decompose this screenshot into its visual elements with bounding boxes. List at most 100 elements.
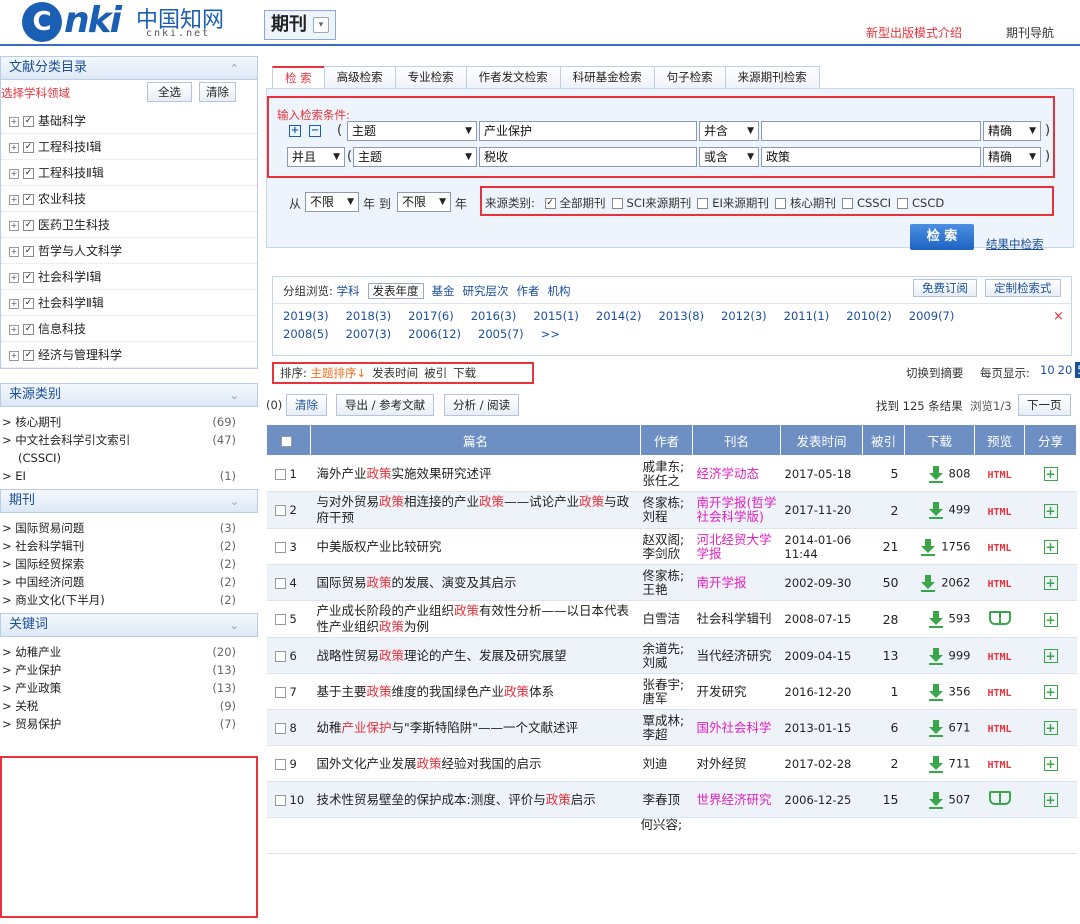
cite-cell[interactable]: 5 bbox=[862, 455, 905, 492]
category-item[interactable]: + ✓ 基础科学 bbox=[1, 108, 257, 134]
checkbox[interactable]: ✓ bbox=[23, 350, 34, 361]
year-filter[interactable]: 2019(3) bbox=[283, 309, 329, 323]
article-title-link[interactable]: 技术性贸易壁垒的保护成本:测度、评价与政策启示 bbox=[317, 792, 596, 807]
free-subscribe-button[interactable]: 免费订阅 bbox=[913, 279, 977, 297]
custom-query-button[interactable]: 定制检索式 bbox=[985, 279, 1061, 297]
journal-link[interactable]: 经济学动态 bbox=[697, 466, 760, 481]
year-filter[interactable]: 2016(3) bbox=[471, 309, 517, 323]
expand-icon[interactable]: + bbox=[9, 298, 19, 309]
expand-icon[interactable]: + bbox=[9, 350, 19, 361]
row-checkbox[interactable] bbox=[274, 650, 286, 662]
checkbox[interactable]: ✓ bbox=[23, 298, 34, 309]
row-checkbox[interactable] bbox=[274, 541, 286, 553]
journal-nav-link[interactable]: 期刊导航 bbox=[1006, 24, 1054, 41]
book-preview-icon[interactable] bbox=[988, 610, 1011, 625]
author-link[interactable]: 余道先; bbox=[643, 641, 691, 656]
year-filter[interactable]: 2015(1) bbox=[533, 309, 579, 323]
year-filter[interactable]: 2005(7) bbox=[478, 327, 524, 341]
row-checkbox[interactable] bbox=[274, 505, 286, 516]
checkbox[interactable]: ✓ bbox=[23, 142, 34, 153]
author-link[interactable]: 佟家栋; bbox=[643, 496, 691, 510]
author-link[interactable]: 刘程 bbox=[643, 510, 691, 524]
row-checkbox[interactable] bbox=[274, 468, 286, 480]
tab-0[interactable]: 检 索 bbox=[272, 66, 325, 88]
cite-cell[interactable]: 2 bbox=[862, 745, 905, 782]
year-filter[interactable]: 2017(6) bbox=[408, 309, 454, 323]
year-filter[interactable]: 2008(5) bbox=[283, 327, 329, 341]
keyword-item[interactable]: > 产业保护 (13) bbox=[0, 661, 258, 679]
download-icon[interactable] bbox=[928, 502, 943, 519]
tab-4[interactable]: 科研基金检索 bbox=[559, 66, 655, 88]
year-filter[interactable]: 2006(12) bbox=[408, 327, 461, 341]
journal-link[interactable]: 河北经贸大学学报 bbox=[697, 532, 772, 561]
source-item[interactable]: > 核心期刊 (69) bbox=[0, 413, 258, 431]
year-filter[interactable]: 2011(1) bbox=[784, 309, 830, 323]
expand-icon[interactable]: + bbox=[9, 324, 19, 335]
keyword-header[interactable]: 关键词 ⌄ bbox=[0, 613, 258, 637]
row-checkbox[interactable] bbox=[274, 686, 286, 698]
keyword-item[interactable]: > 关税 (9) bbox=[0, 697, 258, 715]
cite-cell[interactable]: 13 bbox=[862, 637, 905, 674]
group-tab[interactable]: 机构 bbox=[548, 284, 571, 298]
author-link[interactable]: 张任之 bbox=[643, 473, 691, 488]
author-link[interactable]: 唐军 bbox=[643, 691, 691, 706]
share-plus-icon[interactable]: + bbox=[1043, 503, 1058, 518]
journal-item[interactable]: > 中国经济问题 (2) bbox=[0, 573, 258, 591]
collapse-icon[interactable]: ⌄ bbox=[230, 491, 239, 513]
keyword-item[interactable]: > 幼稚产业 (20) bbox=[0, 643, 258, 661]
cite-cell[interactable]: 28 bbox=[862, 600, 905, 638]
author-link[interactable]: 李超 bbox=[643, 727, 691, 742]
group-tab[interactable]: 研究层次 bbox=[463, 284, 509, 298]
author-link[interactable]: 何兴容; bbox=[641, 818, 693, 832]
article-title-link[interactable]: 战略性贸易政策理论的产生、发展及研究展望 bbox=[317, 648, 567, 663]
collapse-icon[interactable]: ⌄ bbox=[230, 385, 239, 407]
author-link[interactable]: 李剑欣 bbox=[643, 546, 691, 561]
category-item[interactable]: + ✓ 经济与管理科学 bbox=[1, 342, 257, 368]
journal-link[interactable]: 南开学报(哲学社会科学版) bbox=[697, 495, 777, 524]
html-preview-icon[interactable]: HTML bbox=[987, 579, 1011, 590]
download-icon[interactable] bbox=[928, 647, 943, 665]
row-checkbox[interactable] bbox=[274, 758, 286, 770]
cite-cell[interactable]: 2 bbox=[862, 491, 905, 529]
download-icon[interactable] bbox=[928, 683, 943, 701]
expand-icon[interactable]: + bbox=[9, 142, 19, 153]
author-link[interactable]: 佟家栋; bbox=[643, 568, 691, 583]
share-plus-icon[interactable]: + bbox=[1043, 649, 1058, 663]
article-title-link[interactable]: 海外产业政策实施效果研究述评 bbox=[317, 466, 492, 481]
source-header[interactable]: 来源类别 ⌄ bbox=[0, 383, 258, 407]
cite-cell[interactable]: 21 bbox=[862, 528, 905, 565]
year-filter[interactable]: 2010(2) bbox=[846, 309, 892, 323]
checkbox[interactable]: ✓ bbox=[23, 194, 34, 205]
group-tab[interactable]: 发表年度 bbox=[367, 283, 424, 299]
expand-icon[interactable]: + bbox=[9, 168, 19, 179]
expand-icon[interactable]: + bbox=[9, 272, 19, 283]
clear-selection-button[interactable]: 清除 bbox=[286, 394, 327, 416]
year-filter[interactable]: 2012(3) bbox=[721, 309, 767, 323]
tab-2[interactable]: 专业检索 bbox=[394, 66, 467, 88]
article-title-link[interactable]: 幼稚产业保护与"李斯特陷阱"——一个文献述评 bbox=[317, 720, 579, 735]
author-link[interactable]: 李春顶 bbox=[643, 792, 691, 807]
journal-header[interactable]: 期刊 ⌄ bbox=[0, 489, 258, 513]
group-tab[interactable]: 基金 bbox=[432, 284, 455, 298]
category-item[interactable]: + ✓ 哲学与人文科学 bbox=[1, 238, 257, 264]
journal-link[interactable]: 开发研究 bbox=[697, 684, 747, 699]
catalog-header[interactable]: 文献分类目录 ⌃ bbox=[0, 56, 258, 80]
year-filter[interactable]: 2009(7) bbox=[909, 309, 955, 323]
next-page-button[interactable]: 下一页 bbox=[1018, 394, 1071, 416]
select-all-button[interactable]: 全选 bbox=[147, 82, 192, 102]
expand-icon[interactable]: + bbox=[9, 116, 19, 127]
author-link[interactable]: 白雪洁 bbox=[643, 612, 691, 626]
keyword-item[interactable]: > 产业政策 (13) bbox=[0, 679, 258, 697]
share-plus-icon[interactable]: + bbox=[1043, 685, 1058, 699]
analyze-button[interactable]: 分析 / 阅读 bbox=[444, 394, 520, 416]
html-preview-icon[interactable]: HTML bbox=[987, 652, 1011, 663]
article-title-link[interactable]: 基于主要政策维度的我国绿色产业政策体系 bbox=[317, 684, 555, 699]
share-plus-icon[interactable]: + bbox=[1043, 467, 1058, 481]
author-link[interactable]: 覃成林; bbox=[643, 713, 691, 728]
download-icon[interactable] bbox=[928, 719, 943, 737]
close-icon[interactable]: × bbox=[1053, 309, 1064, 324]
download-icon[interactable] bbox=[928, 755, 943, 773]
switch-abstract-link[interactable]: 切换到摘要 bbox=[906, 365, 964, 381]
cite-cell[interactable]: 1 bbox=[862, 673, 905, 710]
author-link[interactable]: 刘迪 bbox=[643, 756, 691, 771]
